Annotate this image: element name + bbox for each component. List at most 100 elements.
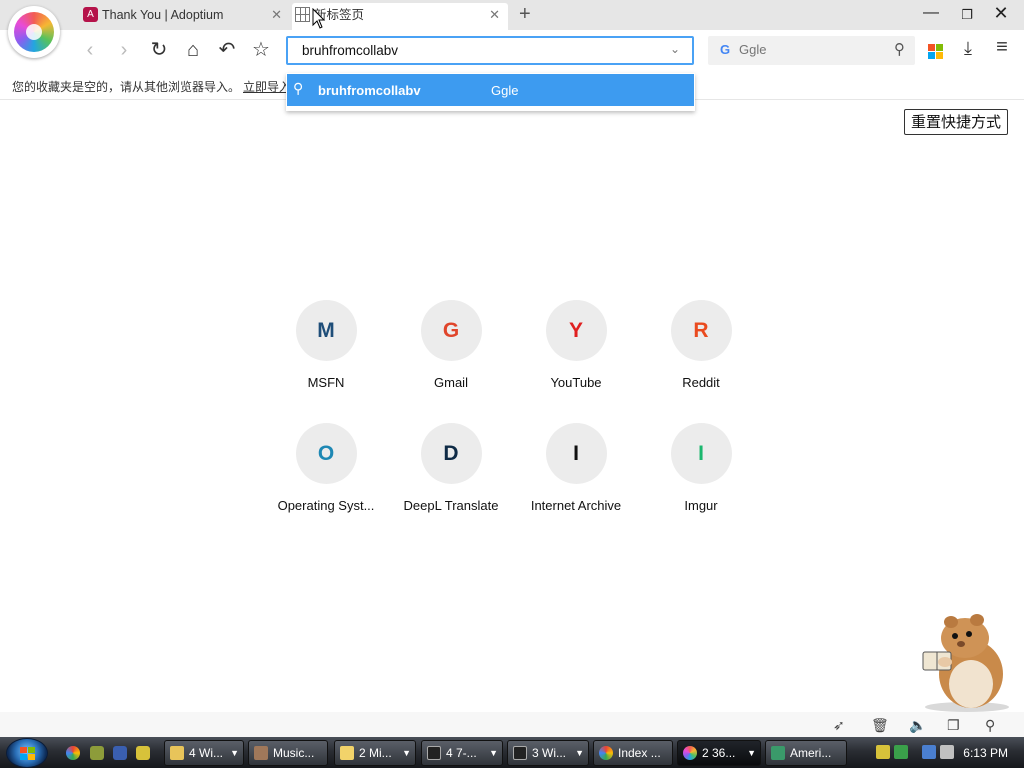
- 7zip-icon: [427, 746, 441, 760]
- close-window-button[interactable]: ✕: [984, 3, 1018, 24]
- search-engine-box[interactable]: G ⚲: [708, 36, 915, 65]
- taskbar-item-american[interactable]: Ameri...: [765, 740, 847, 766]
- rocket-icon[interactable]: ➶: [833, 717, 845, 734]
- chrome-quicklaunch-icon[interactable]: [66, 746, 80, 760]
- shortcut-icon: I: [545, 423, 607, 484]
- taskbar-item-help[interactable]: 2 Mi... ▼: [334, 740, 416, 766]
- game-quicklaunch-icon[interactable]: [136, 746, 150, 760]
- shortcut-gmail[interactable]: G Gmail: [391, 300, 511, 390]
- menu-icon[interactable]: ≡: [990, 36, 1014, 60]
- reset-shortcuts-button[interactable]: 重置快捷方式: [904, 109, 1009, 135]
- shortcut-icon: Y: [545, 300, 607, 361]
- browser-logo[interactable]: [8, 6, 60, 58]
- windows-logo-icon: [20, 747, 35, 761]
- suggestion-engine: Ggle: [491, 83, 519, 98]
- bookmark-star-button[interactable]: ☆: [249, 39, 273, 63]
- taskbar-item-index[interactable]: Index ...: [593, 740, 673, 766]
- shortcut-icon: O: [295, 423, 357, 484]
- undo-close-button[interactable]: ↶: [215, 39, 239, 63]
- reload-button[interactable]: ↻: [147, 39, 171, 63]
- search-icon[interactable]: ⚲: [894, 40, 905, 58]
- close-tab-icon[interactable]: ✕: [489, 3, 500, 27]
- address-input[interactable]: [302, 43, 642, 58]
- status-bar: ➶ 🗑 🔈 ❐ ⚲: [0, 712, 1024, 737]
- import-bookmarks-link[interactable]: 立即导入: [243, 78, 291, 95]
- trash-icon[interactable]: 🗑: [871, 717, 889, 734]
- tab-adoptium[interactable]: A Thank You | Adoptium ✕: [80, 3, 290, 30]
- address-bar[interactable]: ⌄: [286, 36, 694, 65]
- chevron-down-icon: ▼: [747, 748, 756, 758]
- app-icon: [771, 746, 785, 760]
- shortcut-label: MSFN: [307, 375, 345, 390]
- shortcut-deepl[interactable]: D DeepL Translate: [391, 423, 511, 513]
- chevron-down-icon: ▼: [230, 748, 239, 758]
- tab-title: Thank You | Adoptium: [102, 8, 224, 22]
- chrome-icon: [599, 746, 613, 760]
- computer-quicklaunch-icon[interactable]: [113, 746, 127, 760]
- apps-grid-icon[interactable]: [928, 44, 943, 59]
- taskbar-clock[interactable]: 6:13 PM: [963, 746, 1008, 760]
- tray-display-icon[interactable]: [922, 745, 936, 759]
- taskbar-item-windows-explorer[interactable]: 4 Wi... ▼: [164, 740, 244, 766]
- shortcut-icon: M: [295, 300, 357, 361]
- search-input[interactable]: [739, 42, 879, 57]
- shortcut-label: YouTube: [550, 375, 602, 390]
- taskbar-item-7zip[interactable]: 4 7-... ▼: [421, 740, 503, 766]
- minimize-button[interactable]: —: [914, 4, 948, 22]
- shortcut-reddit[interactable]: R Reddit: [641, 300, 761, 390]
- shortcut-internet-archive[interactable]: I Internet Archive: [516, 423, 636, 513]
- start-button[interactable]: [6, 738, 48, 768]
- console-icon: [513, 746, 527, 760]
- shortcut-label: Reddit: [682, 375, 720, 390]
- new-tab-button[interactable]: +: [519, 3, 531, 25]
- chevron-down-icon[interactable]: ⌄: [670, 42, 680, 56]
- bookmarks-empty-hint: 您的收藏夹是空的，请从其他浏览器导入。: [12, 80, 241, 94]
- shortcut-icon: G: [420, 300, 482, 361]
- shortcut-youtube[interactable]: Y YouTube: [516, 300, 636, 390]
- omnibox-suggestions: ⚲ bruhfromcollabv Ggle: [286, 73, 695, 111]
- toolbar: ‹ › ↻ ⌂ ↶ ☆ ⌄ G ⚲ ⤓ ≡: [0, 30, 1024, 72]
- shortcut-label: Gmail: [434, 375, 468, 390]
- shortcut-icon: I: [670, 423, 732, 484]
- tray-app-icon[interactable]: [876, 745, 890, 759]
- tray-network-icon[interactable]: [894, 745, 908, 759]
- chevron-down-icon: ▼: [402, 748, 411, 758]
- download-icon[interactable]: ⤓: [956, 38, 980, 62]
- back-button[interactable]: ‹: [78, 39, 102, 63]
- shortcut-imgur[interactable]: I Imgur: [641, 423, 761, 513]
- taskbar: 4 Wi... ▼ Music... 2 Mi... ▼ 4 7-... ▼ 3 Wi…: [0, 737, 1024, 768]
- app-quicklaunch-icon[interactable]: [90, 746, 104, 760]
- folder-icon: [170, 746, 184, 760]
- chevron-down-icon: ▼: [575, 748, 584, 758]
- close-tab-icon[interactable]: ✕: [271, 3, 282, 27]
- speaker-icon[interactable]: 🔈: [909, 717, 926, 734]
- suggestion-query: bruhfromcollabv: [318, 83, 421, 98]
- home-button[interactable]: ⌂: [181, 39, 205, 63]
- browser-window: A Thank You | Adoptium ✕ 新标签页 ✕ + — ❐ ✕ …: [0, 0, 1024, 737]
- browser-icon: [683, 746, 697, 760]
- shortcut-msfn[interactable]: M MSFN: [266, 300, 386, 390]
- shortcut-icon: D: [420, 423, 482, 484]
- mouse-cursor-icon: [312, 8, 326, 29]
- taskbar-item-command-prompt[interactable]: 3 Wi... ▼: [507, 740, 589, 766]
- shortcut-label: Operating Syst...: [277, 498, 375, 513]
- tray-volume-muted-icon[interactable]: [940, 745, 954, 759]
- restore-button[interactable]: ❐: [950, 7, 984, 23]
- forward-button[interactable]: ›: [112, 39, 136, 63]
- music-icon: [254, 746, 268, 760]
- window-icon[interactable]: ❐: [947, 717, 960, 734]
- search-icon: ⚲: [293, 80, 304, 96]
- tab-strip: A Thank You | Adoptium ✕ 新标签页 ✕ + — ❐ ✕: [0, 0, 1024, 30]
- taskbar-item-browser[interactable]: 2 36... ▼: [677, 740, 761, 766]
- help-icon: [340, 746, 354, 760]
- taskbar-item-music[interactable]: Music...: [248, 740, 328, 766]
- grid-icon: [295, 7, 310, 22]
- adoptium-icon: A: [83, 7, 98, 22]
- hamster-mascot-icon: [922, 614, 1009, 712]
- shortcut-operating-systems[interactable]: O Operating Syst...: [266, 423, 386, 513]
- zoom-icon[interactable]: ⚲: [985, 717, 995, 734]
- suggestion-item[interactable]: ⚲ bruhfromcollabv Ggle: [287, 74, 694, 106]
- shortcut-label: Internet Archive: [530, 498, 622, 513]
- system-tray: 6:13 PM: [868, 739, 1024, 767]
- shortcut-label: DeepL Translate: [403, 498, 499, 513]
